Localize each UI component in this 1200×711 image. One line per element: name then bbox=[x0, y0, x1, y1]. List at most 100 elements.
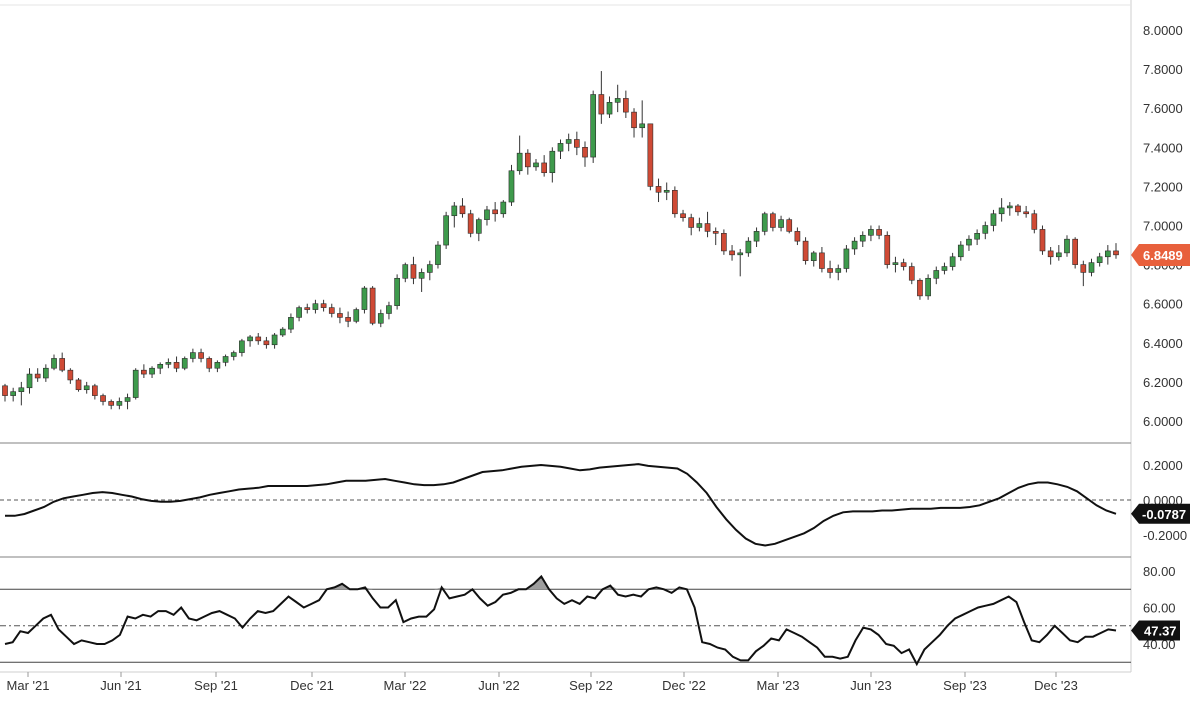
price-y-tick-label: 6.6000 bbox=[1143, 297, 1183, 312]
candle-body bbox=[884, 234, 891, 265]
candle-body bbox=[1055, 252, 1062, 258]
x-tick-label: Sep '21 bbox=[194, 678, 238, 693]
rsi-y-tick-label: 80.00 bbox=[1143, 564, 1176, 579]
candle-body bbox=[165, 362, 172, 365]
candle-body bbox=[1047, 250, 1054, 258]
candle-body bbox=[982, 225, 989, 234]
candle-body bbox=[67, 369, 74, 381]
candle-body bbox=[672, 190, 678, 215]
candle-body bbox=[574, 139, 580, 148]
candle-body bbox=[990, 213, 997, 226]
candle-body bbox=[623, 98, 629, 113]
price-y-tick-label: 6.0000 bbox=[1143, 414, 1183, 429]
candle-body bbox=[1006, 205, 1013, 209]
rsi-overbought-fill bbox=[5, 576, 1116, 590]
candle-body bbox=[484, 209, 490, 220]
candle-body bbox=[100, 395, 106, 402]
candle-body bbox=[1023, 211, 1029, 215]
x-tick-label: Sep '22 bbox=[569, 678, 613, 693]
candle-body bbox=[712, 231, 719, 234]
candle-body bbox=[467, 213, 474, 234]
candle-body bbox=[851, 240, 858, 250]
candle-body bbox=[508, 170, 515, 203]
price-y-tick-label: 6.2000 bbox=[1143, 375, 1183, 390]
candle-body bbox=[949, 256, 956, 267]
candle-body bbox=[43, 367, 49, 379]
candle-body bbox=[353, 309, 360, 322]
candle-body bbox=[443, 215, 449, 246]
oscillator-last-label: -0.0787 bbox=[1142, 507, 1186, 522]
candle-body bbox=[721, 233, 727, 252]
candle-body bbox=[516, 152, 523, 172]
candle-body bbox=[1080, 264, 1087, 273]
candle-body bbox=[663, 190, 670, 193]
candle-body bbox=[868, 229, 874, 236]
candle-body bbox=[966, 238, 972, 246]
oscillator-y-tick-label: 0.2000 bbox=[1143, 458, 1183, 473]
candle-body bbox=[753, 231, 760, 242]
candle-body bbox=[688, 217, 695, 228]
candle-body bbox=[533, 162, 539, 168]
candle-body bbox=[1031, 213, 1038, 230]
candle-body bbox=[328, 307, 335, 314]
candle-body bbox=[337, 313, 343, 318]
price-y-tick-label: 7.2000 bbox=[1143, 179, 1183, 194]
candle-body bbox=[59, 358, 66, 371]
candle-body bbox=[386, 305, 392, 314]
candle-body bbox=[500, 201, 507, 215]
candle-body bbox=[1072, 238, 1078, 265]
last-price-label: 6.8489 bbox=[1143, 248, 1183, 263]
candle-body bbox=[917, 279, 923, 297]
candle-body bbox=[132, 369, 139, 398]
candle-body bbox=[1113, 250, 1119, 256]
candle-body bbox=[222, 356, 229, 363]
candle-body bbox=[402, 264, 409, 279]
x-tick-label: Dec '23 bbox=[1034, 678, 1078, 693]
candle-body bbox=[92, 385, 98, 396]
candle-body bbox=[770, 213, 776, 228]
candle-body bbox=[729, 250, 735, 256]
price-y-tick-label: 7.0000 bbox=[1143, 219, 1183, 234]
candle-body bbox=[1104, 250, 1111, 258]
candle-body bbox=[451, 205, 458, 217]
candle-body bbox=[892, 262, 899, 265]
candle-body bbox=[198, 352, 204, 359]
candle-body bbox=[239, 340, 245, 353]
candle-body bbox=[786, 219, 793, 232]
candle-body bbox=[181, 358, 188, 369]
candle-body bbox=[843, 248, 850, 269]
candle-body bbox=[1096, 256, 1103, 263]
candle-body bbox=[304, 307, 311, 310]
rsi-y-tick-label: 60.00 bbox=[1143, 601, 1176, 616]
candle-body bbox=[598, 94, 605, 115]
price-y-tick-label: 7.4000 bbox=[1143, 140, 1183, 155]
candle-body bbox=[312, 303, 319, 310]
candle-body bbox=[34, 373, 41, 379]
candle-body bbox=[206, 358, 213, 369]
candle-body bbox=[124, 397, 131, 402]
candle-body bbox=[631, 111, 637, 129]
candle-body bbox=[835, 268, 842, 273]
candle-body bbox=[704, 223, 711, 232]
candle-body bbox=[933, 270, 940, 279]
price-y-tick-label: 8.0000 bbox=[1143, 23, 1183, 38]
x-tick-label: Dec '22 bbox=[662, 678, 706, 693]
candle-body bbox=[696, 223, 703, 228]
candle-body bbox=[549, 150, 556, 174]
candle-body bbox=[565, 139, 572, 144]
candle-body bbox=[761, 213, 768, 232]
candle-body bbox=[345, 317, 351, 322]
candle-body bbox=[320, 303, 327, 308]
candle-body bbox=[214, 362, 221, 369]
x-tick-label: Mar '21 bbox=[7, 678, 50, 693]
candle-body bbox=[557, 143, 564, 152]
candle-body bbox=[524, 152, 531, 168]
candle-body bbox=[410, 264, 417, 279]
candle-body bbox=[475, 219, 482, 234]
candle-body bbox=[819, 252, 825, 269]
candle-body bbox=[908, 266, 915, 281]
candle-body bbox=[745, 240, 752, 254]
candle-body bbox=[1039, 229, 1046, 252]
candle-body bbox=[1088, 262, 1095, 273]
candle-body bbox=[459, 205, 466, 215]
